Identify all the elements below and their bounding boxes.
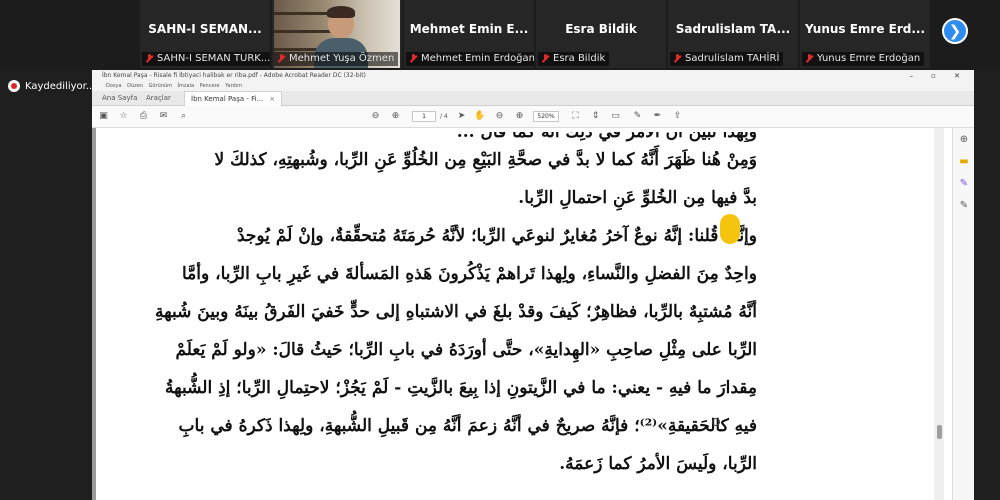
screen: SAHN-I SEMAN... SAHN-I SEMAN TURK... Meh…: [0, 0, 1000, 500]
participant-tile[interactable]: Mehmet Emin E... Mehmet Emin Erdoğan: [404, 0, 534, 68]
save-icon[interactable]: ▣: [98, 111, 109, 122]
tab-home[interactable]: Ana Sayfa: [96, 91, 143, 106]
participant-label: SAHN-I SEMAN TURK...: [142, 52, 270, 66]
window-buttons[interactable]: – ▫ ✕: [909, 70, 968, 82]
right-tool-panel: ⊕ ▬ ✎ ✎: [952, 128, 974, 500]
participant-tile[interactable]: SAHN-I SEMAN... SAHN-I SEMAN TURK...: [140, 0, 270, 68]
record-icon: [8, 80, 20, 92]
close-tab-icon[interactable]: ×: [269, 95, 275, 103]
next-page-icon[interactable]: ⊕: [390, 111, 401, 122]
participant-label: Mehmet Yuşa Özmen: [274, 52, 399, 66]
participant-tile[interactable]: Yunus Emre Erd... Yunus Emre Erdoğan: [800, 0, 930, 68]
text-line: الرِّبا، ولَيسَ الأمرُ كما زَعمَهُ.: [559, 454, 757, 474]
highlight-marker: [720, 214, 740, 244]
person-hair: [327, 6, 355, 18]
recording-label: Kaydediliyor...: [25, 80, 96, 92]
zoom-level-select[interactable]: 520%: [533, 111, 559, 122]
participant-tile[interactable]: Mehmet Yuşa Özmen: [272, 0, 402, 68]
scroll-icon[interactable]: ⇕: [590, 111, 601, 122]
text-line: أنَّهُ مُشتبِهٌ بالرِّبا، فظاهِرٌ؛ كَيفَ…: [155, 302, 757, 322]
acrobat-toolbar: ▣ ☆ ⎙ ✉ ⌕ ⊖ ⊕ 1 / 4 ➤ ✋ ⊖ ⊕ 520% ⛶ ⇕ ▭ ✎…: [92, 106, 974, 128]
participant-label: Sadrulislam TAHİRİ: [670, 52, 784, 66]
bookmark-icon[interactable]: ☆: [118, 111, 129, 122]
search-icon[interactable]: ⌕: [178, 111, 189, 122]
page-number-input[interactable]: 1: [412, 111, 436, 122]
tab-bar: Ana Sayfa Araçlar İbn Kemal Paşa - Fi...…: [92, 91, 974, 106]
text-line: مِقدارَ ما فيهِ - يعني: ما في الزَّيتونِ…: [165, 378, 757, 398]
text-line: الرِّبا على مِثْلِ صاحِبِ «الهِدايةِ»، ح…: [175, 340, 757, 360]
participant-strip: SAHN-I SEMAN... SAHN-I SEMAN TURK... Meh…: [0, 0, 1000, 70]
text-line: وَمِنْ هُنا ظَهَرَ أَنَّهُ كما لا بدَّ ف…: [214, 150, 758, 170]
zoom-icon[interactable]: ⊕: [958, 134, 970, 146]
muted-mic-icon: [805, 54, 814, 64]
page-edge: [92, 128, 96, 500]
page-total: / 4: [440, 113, 448, 120]
vertical-scrollbar[interactable]: [934, 128, 944, 500]
acrobat-window: İbn Kemal Paşa - Risale fi İbtiyaci hali…: [92, 70, 974, 500]
participant-name: Esra Bildik: [565, 22, 637, 36]
select-icon[interactable]: ➤: [456, 111, 467, 122]
print-icon[interactable]: ⎙: [138, 111, 149, 122]
pen-icon[interactable]: ✎: [632, 111, 643, 122]
comment-icon[interactable]: ▭: [610, 111, 621, 122]
muted-mic-icon: [409, 54, 418, 64]
share-icon[interactable]: ⇪: [672, 111, 683, 122]
muted-mic-icon: [145, 54, 154, 64]
chevron-right-icon: ❯: [948, 22, 962, 40]
scrollbar-thumb[interactable]: [937, 425, 942, 439]
prev-page-icon[interactable]: ⊖: [370, 111, 381, 122]
muted-mic-icon: [673, 54, 682, 64]
muted-mic-icon: [277, 54, 286, 64]
zoom-in-icon[interactable]: ⊕: [514, 111, 525, 122]
sign-icon[interactable]: ✒: [652, 111, 663, 122]
menu-bar[interactable]: Dosya Düzen Görünüm İmzala Pencere Yardı…: [92, 82, 974, 91]
participant-name: Sadrulislam TA...: [675, 22, 791, 36]
tools-icon[interactable]: ✎: [958, 200, 970, 212]
fit-icon[interactable]: ⛶: [570, 111, 581, 122]
window-title: İbn Kemal Paşa - Risale fi İbtiyaci hali…: [102, 72, 366, 79]
text-line: وإنَّما قُلنا: إنَّهُ نوعٌ آخرُ مُغايرٌ …: [236, 226, 757, 246]
hand-icon[interactable]: ✋: [474, 111, 485, 122]
text-line: بدَّ فيها مِن الخُلوِّ عَنِ احتمالِ الرِ…: [518, 188, 757, 208]
cursor-indicator: [712, 418, 720, 426]
participant-name: Yunus Emre Erd...: [804, 22, 926, 36]
document-view[interactable]: وَبِهذا تَبيَّنَ أَنَّ الأَمرَ في ذلِكَ …: [92, 128, 952, 500]
next-participants-button[interactable]: ❯: [942, 18, 968, 44]
text-line: واحِدٌ مِنَ الفضلِ والنَّساءِ، ولِهذا تَ…: [181, 264, 757, 284]
participant-name: Mehmet Emin E...: [409, 22, 529, 36]
participant-label: Yunus Emre Erdoğan: [802, 52, 925, 66]
tab-tools[interactable]: Araçlar: [140, 91, 177, 106]
participant-label: Mehmet Emin Erdoğan: [406, 52, 534, 66]
text-line: فيهِ كالحَقيقةِ»⁽²⁾؛ فإنَّهُ صريحٌ في أن…: [178, 416, 757, 436]
participant-tile[interactable]: Esra Bildik Esra Bildik: [536, 0, 666, 68]
edit-icon[interactable]: ✎: [958, 178, 970, 190]
recording-indicator: Kaydediliyor...: [8, 77, 95, 95]
window-titlebar: İbn Kemal Paşa - Risale fi İbtiyaci hali…: [92, 70, 974, 82]
participant-label: Esra Bildik: [538, 52, 610, 66]
zoom-out-icon[interactable]: ⊖: [494, 111, 505, 122]
participant-name: SAHN-I SEMAN...: [148, 22, 262, 36]
cut-off-line: وَبِهذا تَبيَّنَ أَنَّ الأَمرَ في ذلِكَ …: [456, 128, 757, 142]
tab-document[interactable]: İbn Kemal Paşa - Fi... ×: [184, 91, 283, 106]
participant-tile[interactable]: Sadrulislam TA... Sadrulislam TAHİRİ: [668, 0, 798, 68]
email-icon[interactable]: ✉: [158, 111, 169, 122]
comment-icon[interactable]: ▬: [958, 156, 970, 168]
muted-mic-icon: [541, 54, 550, 64]
